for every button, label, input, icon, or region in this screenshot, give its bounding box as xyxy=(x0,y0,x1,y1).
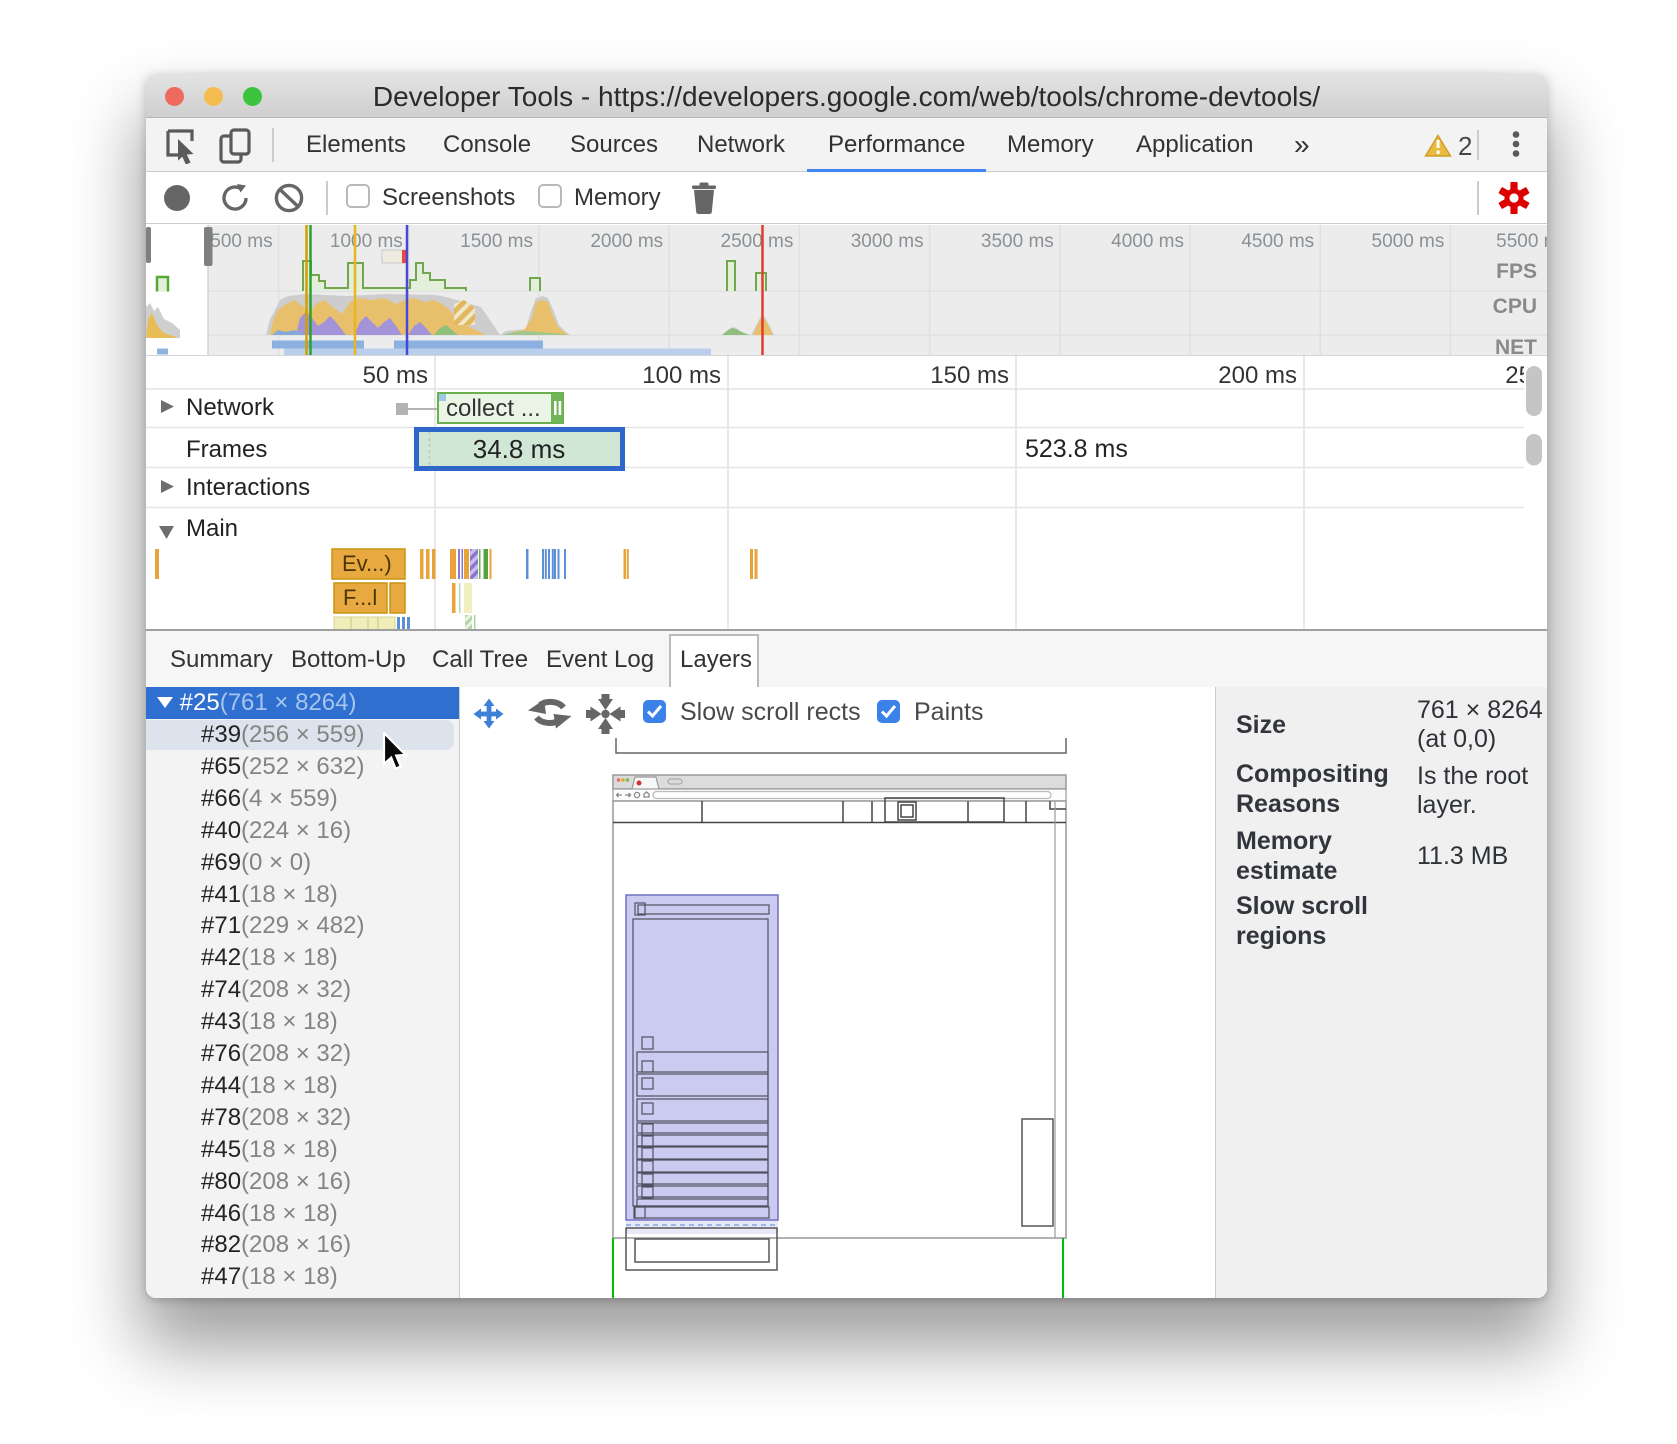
svg-text:Ev...): Ev...) xyxy=(342,551,392,576)
svg-text:Main: Main xyxy=(186,515,238,542)
svg-text:2500 ms: 2500 ms xyxy=(721,231,794,252)
svg-text:FPS: FPS xyxy=(1496,260,1537,283)
svg-text:200 ms: 200 ms xyxy=(1218,362,1297,389)
svg-text:34.8 ms: 34.8 ms xyxy=(473,434,566,464)
svg-text:Slow scroll rects: Slow scroll rects xyxy=(680,698,861,726)
svg-text:3000 ms: 3000 ms xyxy=(851,231,924,252)
svg-text:4500 ms: 4500 ms xyxy=(1241,231,1314,252)
svg-text:3500 ms: 3500 ms xyxy=(981,231,1054,252)
svg-text:500 ms: 500 ms xyxy=(210,231,272,252)
svg-text:5500 ms: 5500 ms xyxy=(1496,231,1547,252)
svg-text:100 ms: 100 ms xyxy=(642,362,721,389)
svg-text:Interactions: Interactions xyxy=(186,474,310,501)
svg-text:2000 ms: 2000 ms xyxy=(590,231,663,252)
svg-text:4000 ms: 4000 ms xyxy=(1111,231,1184,252)
svg-text:Network: Network xyxy=(186,394,275,421)
svg-text:CPU: CPU xyxy=(1493,295,1537,318)
svg-text:collect ...: collect ... xyxy=(446,395,541,422)
svg-text:2: 2 xyxy=(1458,132,1472,160)
svg-text:50 ms: 50 ms xyxy=(363,362,428,389)
svg-text:Frames: Frames xyxy=(186,436,267,463)
svg-text:1500 ms: 1500 ms xyxy=(460,231,533,252)
svg-text:150 ms: 150 ms xyxy=(930,362,1009,389)
svg-text:F...l: F...l xyxy=(343,585,377,610)
svg-text:NET: NET xyxy=(1495,336,1537,355)
svg-text:1000 ms: 1000 ms xyxy=(330,231,403,252)
svg-text:Paints: Paints xyxy=(914,698,983,726)
svg-text:5000 ms: 5000 ms xyxy=(1372,231,1445,252)
svg-text:523.8 ms: 523.8 ms xyxy=(1025,435,1128,463)
